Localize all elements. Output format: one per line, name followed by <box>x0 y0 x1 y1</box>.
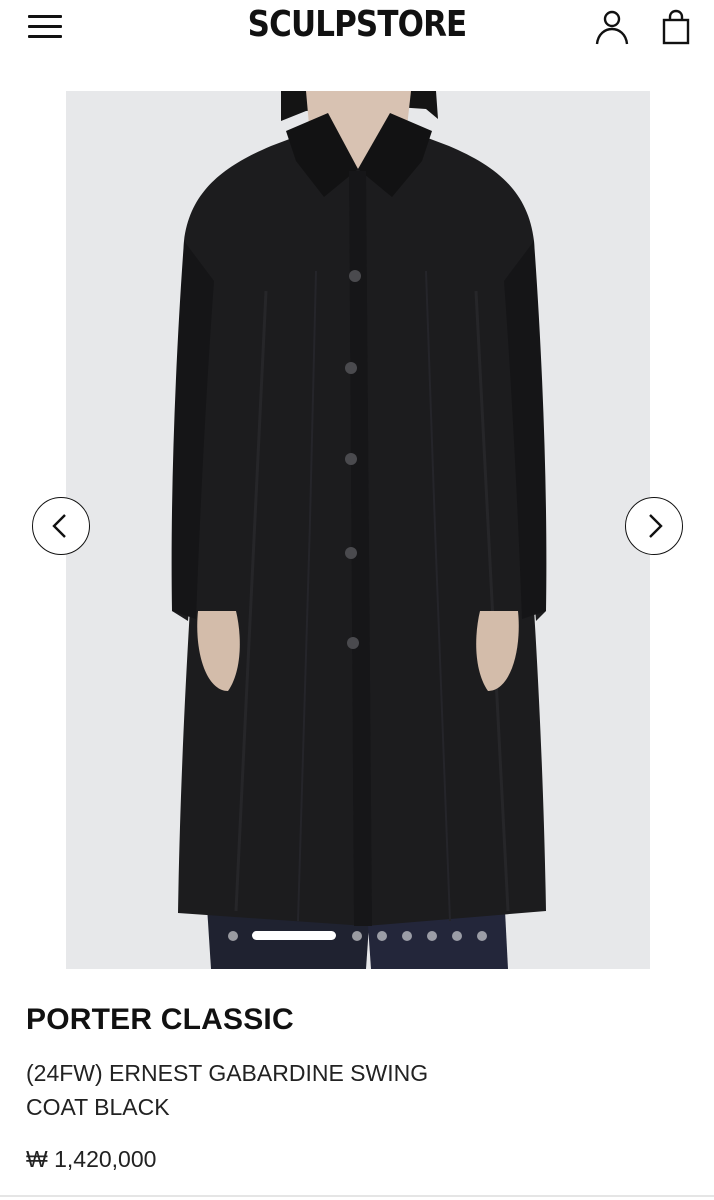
previous-image-button[interactable] <box>32 497 90 555</box>
next-image-button[interactable] <box>625 497 683 555</box>
pagination-dot[interactable] <box>427 931 437 941</box>
shopping-bag-icon[interactable] <box>656 8 696 48</box>
product-name: (24FW) ERNEST GABARDINE SWING COAT BLACK <box>26 1060 429 1120</box>
product-image-gallery[interactable] <box>66 91 650 969</box>
pagination-dot[interactable] <box>228 931 238 941</box>
pagination-dot[interactable] <box>402 931 412 941</box>
gallery-pagination <box>0 927 714 945</box>
product-brand[interactable]: PORTER CLASSIC <box>26 1003 294 1037</box>
pagination-dot-active[interactable] <box>252 931 336 940</box>
user-icon[interactable] <box>592 8 632 48</box>
product-photo <box>66 91 650 969</box>
pagination-dot[interactable] <box>352 931 362 941</box>
site-header: SCULPSTORE <box>0 0 714 62</box>
chevron-left-icon <box>52 514 66 538</box>
pagination-dot[interactable] <box>452 931 462 941</box>
divider <box>0 1195 714 1197</box>
site-logo[interactable]: SCULPSTORE <box>50 4 664 45</box>
pagination-dot[interactable] <box>477 931 487 941</box>
chevron-right-icon <box>649 514 663 538</box>
product-price: ₩ 1,420,000 <box>26 1146 157 1172</box>
pagination-dot[interactable] <box>377 931 387 941</box>
